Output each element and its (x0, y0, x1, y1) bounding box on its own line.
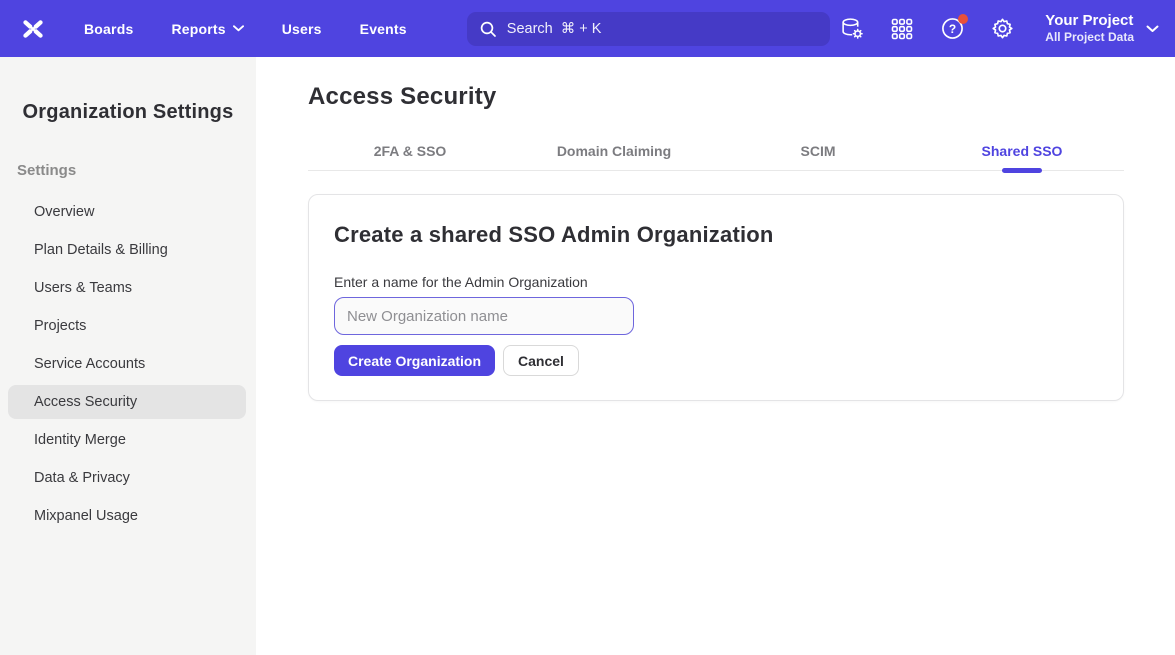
cancel-button[interactable]: Cancel (503, 345, 579, 376)
project-name: Your Project (1045, 12, 1134, 31)
notification-dot (958, 14, 968, 24)
nav-item-users[interactable]: Users (282, 21, 322, 37)
sidebar-item-identity-merge[interactable]: Identity Merge (8, 423, 246, 457)
sidebar-item-access-security[interactable]: Access Security (8, 385, 246, 419)
sidebar-item-mixpanel-usage[interactable]: Mixpanel Usage (8, 499, 246, 533)
svg-text:?: ? (949, 22, 956, 36)
sidebar-item-data-privacy[interactable]: Data & Privacy (8, 461, 246, 495)
tab-label: Shared SSO (982, 143, 1063, 159)
main-content: Access Security 2FA & SSO Domain Claimin… (256, 57, 1175, 655)
nav-item-label: Users (282, 21, 322, 37)
chevron-down-icon (1146, 25, 1159, 33)
sidebar-item-plan-details-billing[interactable]: Plan Details & Billing (8, 233, 246, 267)
tab-label: 2FA & SSO (374, 143, 447, 159)
tab-bar: 2FA & SSO Domain Claiming SCIM Shared SS… (308, 131, 1124, 171)
sidebar-item-users-teams[interactable]: Users & Teams (8, 271, 246, 305)
data-management-icon[interactable] (839, 16, 865, 42)
nav-item-label: Boards (84, 21, 133, 37)
tab-2fa-sso[interactable]: 2FA & SSO (308, 131, 512, 170)
primary-nav: Boards Reports Users Events (84, 21, 407, 37)
nav-item-boards[interactable]: Boards (84, 21, 133, 37)
project-info: Your Project All Project Data (1045, 12, 1134, 46)
mixpanel-logo-icon[interactable] (16, 12, 50, 46)
nav-item-reports[interactable]: Reports (171, 21, 243, 37)
org-name-input[interactable] (334, 297, 634, 335)
sidebar-item-service-accounts[interactable]: Service Accounts (8, 347, 246, 381)
tab-label: Domain Claiming (557, 143, 671, 159)
sidebar-item-projects[interactable]: Projects (8, 309, 246, 343)
apps-grid-icon[interactable] (889, 16, 915, 42)
org-name-label: Enter a name for the Admin Organization (334, 274, 1098, 290)
nav-item-events[interactable]: Events (360, 21, 407, 37)
tab-shared-sso[interactable]: Shared SSO (920, 131, 1124, 170)
card-actions: Create Organization Cancel (334, 345, 1098, 376)
create-sso-org-card: Create a shared SSO Admin Organization E… (308, 194, 1124, 401)
global-search[interactable] (467, 12, 830, 46)
tab-domain-claiming[interactable]: Domain Claiming (512, 131, 716, 170)
page-title: Access Security (308, 83, 1124, 111)
active-tab-indicator (1002, 168, 1042, 173)
tab-scim[interactable]: SCIM (716, 131, 920, 170)
search-input[interactable] (507, 21, 818, 37)
chevron-down-icon (233, 25, 244, 32)
settings-sidebar: Organization Settings Settings Overview … (0, 57, 256, 655)
nav-item-label: Reports (171, 21, 225, 37)
search-icon (479, 20, 497, 38)
topbar-actions: ? Your Project All Project Data (839, 12, 1159, 46)
tab-label: SCIM (801, 143, 836, 159)
help-icon[interactable]: ? (939, 16, 965, 42)
settings-gear-icon[interactable] (989, 16, 1015, 42)
card-heading: Create a shared SSO Admin Organization (334, 222, 1098, 248)
top-navigation-bar: Boards Reports Users Events (0, 0, 1175, 57)
project-switcher[interactable]: Your Project All Project Data (1045, 12, 1159, 46)
sidebar-section-label: Settings (17, 162, 256, 179)
create-organization-button[interactable]: Create Organization (334, 345, 495, 376)
sidebar-menu: Overview Plan Details & Billing Users & … (0, 195, 256, 533)
sidebar-item-overview[interactable]: Overview (8, 195, 246, 229)
sidebar-title: Organization Settings (0, 101, 256, 124)
nav-item-label: Events (360, 21, 407, 37)
project-data-scope: All Project Data (1045, 30, 1134, 45)
